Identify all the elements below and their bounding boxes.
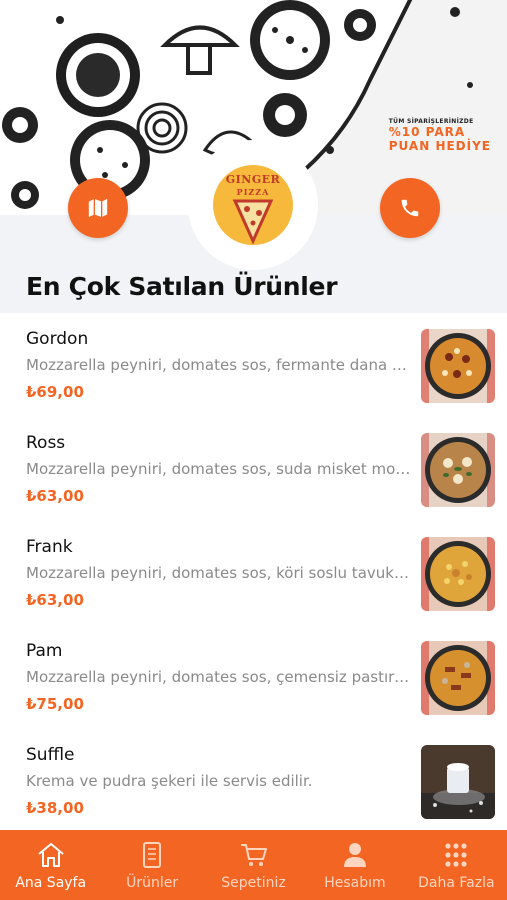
cart-icon [240, 844, 267, 866]
menu-icon [143, 842, 162, 868]
map-button[interactable] [68, 178, 128, 238]
product-description: Mozzarella peyniri, domates sos, fermant… [26, 356, 412, 374]
tab-label: Daha Fazla [418, 875, 495, 891]
product-description: Mozzarella peyniri, domates sos, çemensi… [26, 668, 412, 686]
product-description: Krema ve pudra şekeri ile servis edilir. [26, 772, 313, 790]
product-price: ₺38,00 [26, 799, 84, 817]
tab-label: Sepetiniz [221, 875, 286, 891]
product-name: Frank [26, 537, 73, 557]
promo-line-1: TÜM SİPARİŞLERİNİZDE [388, 118, 474, 125]
product-price: ₺75,00 [26, 695, 84, 713]
tab-label: Ana Sayfa [15, 875, 87, 891]
phone-icon [401, 199, 419, 217]
product-item-suffle[interactable]: Suffle Krema ve pudra şekeri ile servis … [0, 729, 507, 833]
tab-home[interactable]: Ana Sayfa [0, 830, 101, 900]
product-item-frank[interactable]: Frank Mozzarella peyniri, domates sos, k… [0, 521, 507, 625]
tab-more[interactable]: Daha Fazla [406, 830, 507, 900]
product-item-gordon[interactable]: Gordon Mozzarella peyniri, domates sos, … [0, 313, 507, 417]
product-image [421, 641, 495, 715]
map-icon [88, 198, 108, 218]
pizza-ross-icon [421, 433, 495, 507]
pizza-frank-icon [421, 537, 495, 611]
bottom-tab-bar: Ana Sayfa Ürünler Sepetiniz Hesabım Daha… [0, 830, 507, 900]
pizza-gordon-icon [421, 329, 495, 403]
section-title: En Çok Satılan Ürünler [26, 272, 338, 301]
logo-text-pizza: PIZZA [236, 187, 270, 197]
user-icon [343, 843, 366, 867]
product-name: Ross [26, 433, 66, 453]
tab-label: Ürünler [126, 875, 179, 891]
promo-line-2: %10 PARA [388, 125, 466, 139]
tab-cart[interactable]: Sepetiniz [203, 830, 304, 900]
tab-products[interactable]: Ürünler [101, 830, 202, 900]
tab-label: Hesabım [324, 875, 386, 891]
product-description: Mozzarella peyniri, domates sos, köri so… [26, 564, 412, 582]
product-price: ₺63,00 [26, 487, 84, 505]
home-icon [38, 843, 64, 867]
product-description: Mozzarella peyniri, domates sos, suda mi… [26, 460, 412, 478]
product-list: Gordon Mozzarella peyniri, domates sos, … [0, 313, 507, 833]
phone-button[interactable] [380, 178, 440, 238]
product-price: ₺69,00 [26, 383, 84, 401]
logo-text-ginger: GINGER [225, 173, 281, 186]
product-image [421, 433, 495, 507]
grid-icon [445, 843, 467, 867]
product-image [421, 745, 495, 819]
product-item-pam[interactable]: Pam Mozzarella peyniri, domates sos, çem… [0, 625, 507, 729]
product-price: ₺63,00 [26, 591, 84, 609]
product-image [421, 329, 495, 403]
pizza-pam-icon [421, 641, 495, 715]
product-name: Gordon [26, 329, 89, 349]
product-image [421, 537, 495, 611]
product-name: Pam [26, 641, 63, 661]
promo-line-3: PUAN HEDİYE [388, 139, 491, 153]
ginger-pizza-logo: GINGER PIZZA [213, 165, 293, 245]
tab-account[interactable]: Hesabım [304, 830, 405, 900]
promo-banner: TÜM SİPARİŞLERİNİZDE %10 PARA PUAN HEDİY… [389, 118, 491, 153]
product-name: Suffle [26, 745, 75, 765]
product-item-ross[interactable]: Ross Mozzarella peyniri, domates sos, su… [0, 417, 507, 521]
status-bar: Carrier · · · [4, 6, 80, 21]
logo-container: GINGER PIZZA [188, 140, 318, 270]
dessert-suffle-icon [421, 745, 495, 819]
